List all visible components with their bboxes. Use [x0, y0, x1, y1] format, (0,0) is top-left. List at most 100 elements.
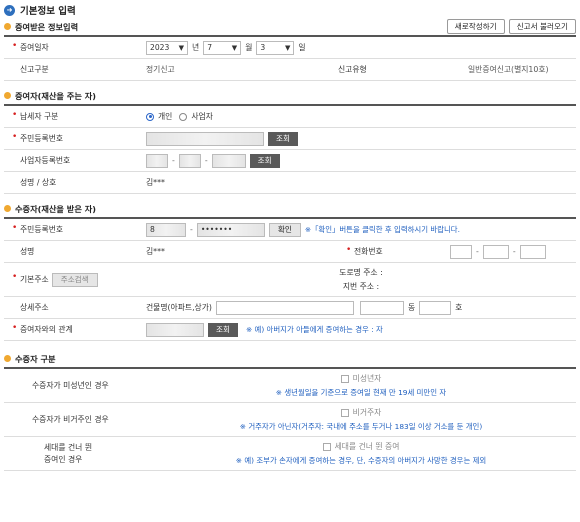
receiver-rrn-front-input[interactable]: 8 — [146, 222, 186, 237]
nonresident-label: 수증자가 비거주인 경우 — [32, 415, 109, 424]
day-select[interactable]: 3 ▼ — [256, 40, 295, 55]
skip-label-line-2: 증여인 경우 — [44, 455, 83, 464]
skip-generation-checkbox[interactable] — [322, 442, 331, 451]
receiver-rrn-row: 주민등록번호 8 - ••••••• 확인 ※「확인」버튼을 클릭한 후 입력하… — [4, 219, 576, 241]
dash: - — [190, 225, 193, 234]
address-row: 기본주소 주소검색 도로명 주소 : 지번 주소 : — [4, 263, 576, 297]
month-unit: 월 — [245, 43, 253, 52]
year-select[interactable]: 2023 ▼ — [146, 40, 188, 55]
chevron-down-icon: ▼ — [178, 43, 184, 52]
minor-row: 수증자가 미성년인 경우 미성년자 ※ 생년월일을 기준으로 증여일 현재 만 … — [4, 369, 576, 403]
radio-business-label: 사업자 — [191, 112, 213, 121]
report-kind-label: 신고유형 — [338, 65, 367, 74]
report-type-label: 신고구분 — [20, 65, 49, 74]
year-unit: 년 — [192, 43, 200, 52]
giver-name-label: 성명 / 상호 — [20, 178, 57, 187]
day-value: 3 — [260, 43, 266, 52]
receiver-form: 주민등록번호 8 - ••••••• 확인 ※「확인」버튼을 클릭한 후 입력하… — [4, 217, 576, 341]
receiver-type-form: 수증자가 미성년인 경우 미성년자 ※ 생년월일을 기준으로 증여일 현재 만 … — [4, 367, 576, 471]
nonresident-checkbox[interactable] — [340, 408, 349, 417]
receiver-heading: 수증자(재산을 받은 자) — [15, 203, 96, 214]
nonresident-note: ※ 거주자가 아닌자(거주자: 국내에 주소를 두거나 183일 이상 거소를 … — [239, 422, 483, 431]
giver-header: 증여자(재산을 주는 자) — [4, 87, 576, 104]
minor-checkbox[interactable] — [340, 374, 349, 383]
section-bullet-icon — [4, 92, 11, 99]
relation-note: ※ 예) 아버지가 아들에게 증여하는 경우 : 자 — [245, 325, 383, 334]
chevron-down-icon: ▼ — [231, 43, 238, 52]
report-kind-value: 일반증여신고(별지10호) — [468, 65, 549, 74]
nonresident-check-label: 비거주자 — [352, 408, 382, 417]
phone-input-1[interactable] — [450, 244, 472, 259]
receiver-rrn-back-input[interactable]: ••••••• — [196, 222, 265, 237]
nonresident-check-line: 비거주자 — [340, 407, 382, 418]
skip-generation-label: 세대를 건너 뛴 증여인 경우 — [4, 442, 142, 465]
receiver-rrn-front-value: 8 — [150, 225, 155, 234]
address-search-button[interactable]: 주소검색 — [51, 272, 98, 287]
building-input[interactable] — [215, 300, 354, 315]
building-label: 건물명(아파트,상가) — [146, 303, 212, 312]
giver-name-value: 김*** — [146, 178, 165, 187]
month-value: 7 — [207, 43, 213, 52]
detail-address-label: 상세주소 — [20, 303, 49, 312]
receiver-type-header: 수증자 구분 — [4, 350, 576, 367]
page-title: ➜ 기본정보 입력 — [4, 2, 576, 18]
receiver-type-heading: 수증자 구분 — [15, 353, 56, 364]
minor-label: 수증자가 미성년인 경우 — [32, 381, 109, 390]
brn-lookup-button[interactable]: 조회 — [249, 153, 280, 168]
lot-address-label: 지번 주소 : — [342, 282, 380, 291]
receiver-name-phone-row: 성명 김*** 전화번호 - - — [4, 241, 576, 263]
brn-input-1[interactable] — [146, 153, 168, 168]
page: ➜ 기본정보 입력 증여받은 정보입력 새로작성하기 신고서 불러오기 증여일자… — [0, 2, 580, 522]
page-title-text: 기본정보 입력 — [20, 6, 76, 17]
radio-individual[interactable] — [146, 112, 154, 121]
phone-label: 전화번호 — [338, 245, 446, 257]
year-value: 2023 — [150, 43, 170, 52]
phone-input-2[interactable] — [482, 244, 509, 259]
arrow-right-circle-icon: ➜ — [4, 4, 15, 16]
report-type-row: 신고구분 정기신고 신고유형 일반증여신고(별지10호) — [4, 59, 576, 81]
receiver-rrn-confirm-button[interactable]: 확인 — [268, 222, 301, 237]
gift-date-row: 증여일자 2023▼ 년 7▼ 월 3▼ 일 — [4, 37, 576, 59]
ho-input[interactable] — [419, 300, 452, 315]
load-report-button[interactable]: 신고서 불러오기 — [508, 19, 576, 34]
section-bullet-icon — [4, 23, 11, 30]
receiver-rrn-back-value: ••••••• — [200, 225, 233, 234]
dash: - — [172, 156, 175, 165]
gift-info-header: 증여받은 정보입력 새로작성하기 신고서 불러오기 — [4, 18, 576, 35]
relation-lookup-button[interactable]: 조회 — [208, 322, 238, 337]
new-report-button[interactable]: 새로작성하기 — [446, 19, 505, 34]
minor-check-label: 미성년자 — [352, 374, 382, 383]
giver-name-row: 성명 / 상호 김*** — [4, 172, 576, 194]
receiver-header: 수증자(재산을 받은 자) — [4, 200, 576, 217]
radio-business[interactable] — [179, 112, 188, 121]
gift-info-heading: 증여받은 정보입력 — [15, 21, 79, 32]
month-select[interactable]: 7 ▼ — [203, 40, 242, 55]
detail-address-row: 상세주소 건물명(아파트,상가) 동 호 — [4, 297, 576, 319]
address-label-cell: 기본주소 주소검색 — [4, 272, 142, 287]
skip-generation-row: 세대를 건너 뛴 증여인 경우 세대를 건너 뛴 증여 ※ 예) 조부가 손자에… — [4, 437, 576, 471]
brn-label: 사업자등록번호 — [20, 156, 71, 165]
skip-note: ※ 예) 조부가 손자에게 증여하는 경우, 단, 수증자의 아버지가 사망한 … — [235, 456, 487, 465]
giver-rrn-input[interactable] — [146, 131, 264, 146]
nonresident-row: 수증자가 비거주인 경우 비거주자 ※ 거주자가 아닌자(거주자: 국내에 주소… — [4, 403, 576, 437]
taxpayer-type-label: 납세자 구분 — [4, 110, 142, 122]
relation-input[interactable] — [146, 322, 204, 337]
gift-date-label: 증여일자 — [4, 41, 142, 53]
radio-individual-label: 개인 — [158, 112, 173, 121]
chevron-down-icon: ▼ — [284, 43, 291, 52]
giver-rrn-lookup-button[interactable]: 조회 — [268, 131, 298, 146]
dong-input[interactable] — [359, 300, 404, 315]
taxpayer-type-row: 납세자 구분 개인 사업자 — [4, 106, 576, 128]
phone-input-3[interactable] — [519, 244, 546, 259]
dong-unit: 동 — [407, 303, 416, 312]
skip-check-line: 세대를 건너 뛴 증여 — [322, 441, 399, 452]
brn-input-2[interactable] — [178, 153, 201, 168]
dash: - — [512, 247, 516, 256]
minor-check-line: 미성년자 — [340, 373, 382, 384]
confirm-note: ※「확인」버튼을 클릭한 후 입력하시기 바랍니다. — [304, 225, 460, 234]
gift-info-form: 증여일자 2023▼ 년 7▼ 월 3▼ 일 신고구분 정기신고 신고유형 일반… — [4, 35, 576, 81]
brn-input-3[interactable] — [211, 153, 246, 168]
ho-unit: 호 — [455, 303, 463, 312]
minor-note: ※ 생년월일을 기준으로 증여일 현재 만 19세 미만인 자 — [275, 388, 447, 397]
relation-label: 증여자와의 관계 — [4, 323, 142, 335]
